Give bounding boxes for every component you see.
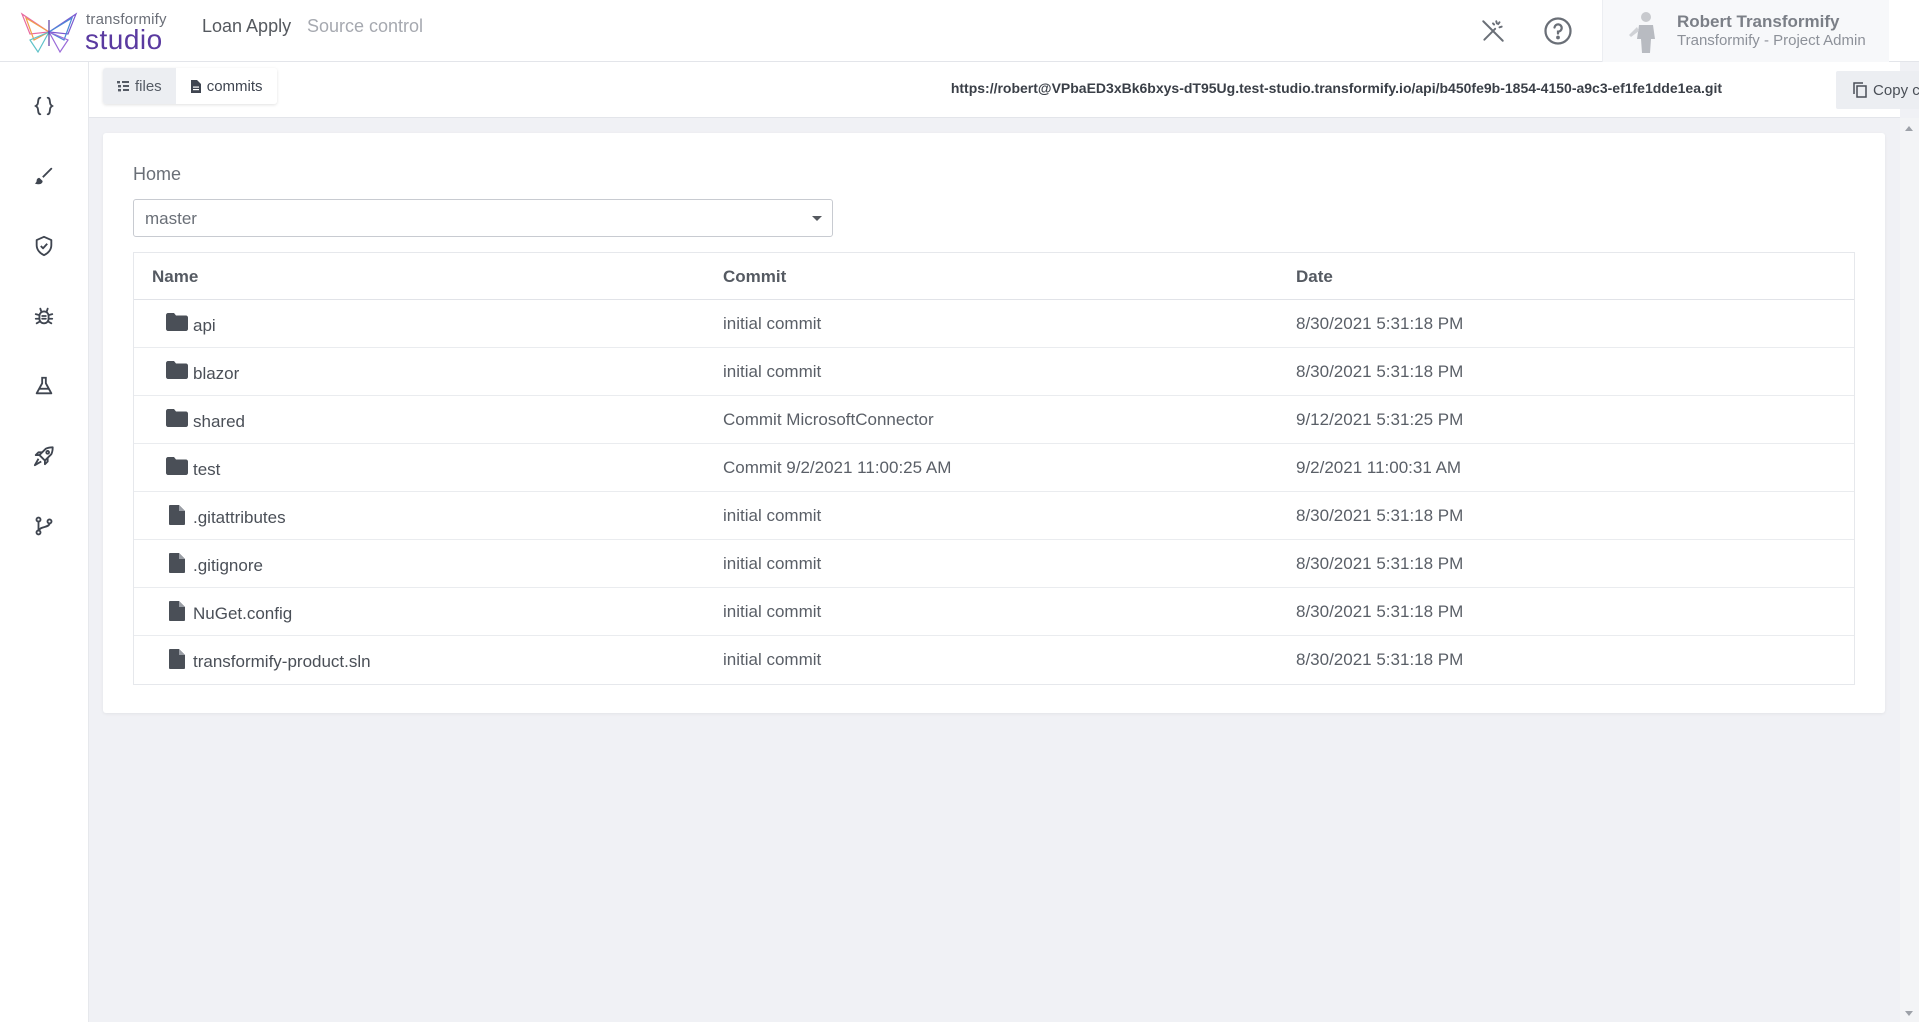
table-row[interactable]: transformify-product.sln initial commit … xyxy=(134,636,1854,684)
breadcrumb-project[interactable]: Loan Apply xyxy=(202,16,291,37)
commit-date: 8/30/2021 5:31:18 PM xyxy=(1296,362,1464,381)
file-name: shared xyxy=(193,412,245,431)
user-menu[interactable]: Robert Transformify Transformify - Proje… xyxy=(1602,0,1889,62)
top-bar: transformify studio Loan Apply Source co… xyxy=(0,0,1919,62)
source-control-toolbar: files commits https://robert@VPbaED3xBk6… xyxy=(89,62,1919,118)
file-icon xyxy=(166,601,188,621)
column-header-date[interactable]: Date xyxy=(1296,267,1333,287)
commit-date: 8/30/2021 5:31:18 PM xyxy=(1296,602,1464,621)
breadcrumb-page: Source control xyxy=(307,16,424,36)
folder-icon xyxy=(166,457,188,477)
folder-icon xyxy=(166,361,188,381)
file-tree-icon xyxy=(117,81,129,92)
logo-bottom-text: studio xyxy=(85,24,163,55)
file-name: .gitignore xyxy=(193,556,263,575)
file-table-body: api initial commit 8/30/2021 5:31:18 PM … xyxy=(134,300,1854,684)
table-row[interactable]: .gitignore initial commit 8/30/2021 5:31… xyxy=(134,540,1854,588)
file-table-header: Name Commit Date xyxy=(134,253,1854,300)
commit-date: 8/30/2021 5:31:18 PM xyxy=(1296,314,1464,333)
commit-date: 8/30/2021 5:31:18 PM xyxy=(1296,554,1464,573)
table-row[interactable]: shared Commit MicrosoftConnector 9/12/20… xyxy=(134,396,1854,444)
file-name: .gitattributes xyxy=(193,508,286,527)
vertical-scrollbar[interactable] xyxy=(1900,118,1919,1022)
file-document-icon xyxy=(190,79,201,93)
commit-date: 9/2/2021 11:00:31 AM xyxy=(1296,458,1462,477)
file-table: Name Commit Date api initial commit 8/30… xyxy=(133,252,1855,685)
commit-message: initial commit xyxy=(723,650,822,669)
source-branch-icon[interactable] xyxy=(26,508,62,544)
help-icon[interactable] xyxy=(1541,14,1575,48)
commit-message: initial commit xyxy=(723,362,822,381)
commit-message: initial commit xyxy=(723,506,822,525)
branch-select[interactable]: master xyxy=(133,199,833,237)
table-row[interactable]: .gitattributes initial commit 8/30/2021 … xyxy=(134,492,1854,540)
file-icon xyxy=(166,553,188,573)
file-name: test xyxy=(193,460,221,479)
file-name: transformify-product.sln xyxy=(193,652,371,671)
folder-icon xyxy=(166,409,188,429)
commit-date: 9/12/2021 5:31:25 PM xyxy=(1296,410,1464,429)
butterfly-logo-icon xyxy=(20,12,78,54)
scroll-up-icon[interactable] xyxy=(1905,126,1913,131)
user-role: Transformify - Project Admin xyxy=(1677,32,1866,49)
file-icon xyxy=(166,649,188,669)
caret-down-icon xyxy=(812,216,822,221)
commit-date: 8/30/2021 5:31:18 PM xyxy=(1296,506,1464,525)
file-name: blazor xyxy=(193,364,240,383)
scroll-down-icon[interactable] xyxy=(1905,1011,1913,1016)
table-row[interactable]: NuGet.config initial commit 8/30/2021 5:… xyxy=(134,588,1854,636)
column-header-commit[interactable]: Commit xyxy=(723,267,786,287)
tab-files[interactable]: files xyxy=(103,68,176,104)
tab-files-label: files xyxy=(135,77,162,95)
table-row[interactable]: blazor initial commit 8/30/2021 5:31:18 … xyxy=(134,348,1854,396)
path-breadcrumb-home[interactable]: Home xyxy=(133,164,181,185)
commit-message: Commit MicrosoftConnector xyxy=(723,410,934,429)
brush-icon[interactable] xyxy=(26,158,62,194)
logo[interactable]: transformify studio xyxy=(20,8,170,56)
user-name: Robert Transformify xyxy=(1677,12,1840,31)
flask-icon[interactable] xyxy=(26,368,62,404)
branch-select-value: master xyxy=(145,209,197,228)
commit-message: initial commit xyxy=(723,554,822,573)
commit-date: 8/30/2021 5:31:18 PM xyxy=(1296,650,1464,669)
file-name: api xyxy=(193,316,216,335)
bug-icon[interactable] xyxy=(26,298,62,334)
tab-commits-label: commits xyxy=(206,77,263,95)
copy-clone-url-button[interactable]: Copy clone url xyxy=(1836,71,1919,109)
column-header-name[interactable]: Name xyxy=(152,267,198,287)
view-tabs: files commits xyxy=(103,68,277,104)
folder-icon xyxy=(166,313,188,333)
file-name: NuGet.config xyxy=(193,604,293,623)
repository-card: Home master Name Commit Date api initial… xyxy=(103,133,1885,713)
sidebar xyxy=(0,62,89,1022)
commit-message: initial commit xyxy=(723,314,822,333)
commit-message: Commit 9/2/2021 11:00:25 AM xyxy=(723,458,952,477)
copy-clone-url-label: Copy clone url xyxy=(1873,81,1919,99)
magic-wand-off-icon[interactable] xyxy=(1476,14,1510,48)
copy-icon xyxy=(1853,82,1867,98)
table-row[interactable]: api initial commit 8/30/2021 5:31:18 PM xyxy=(134,300,1854,348)
commit-message: initial commit xyxy=(723,602,822,621)
rocket-icon[interactable] xyxy=(26,438,62,474)
table-row[interactable]: test Commit 9/2/2021 11:00:25 AM 9/2/202… xyxy=(134,444,1854,492)
file-icon xyxy=(166,505,188,525)
shield-check-icon[interactable] xyxy=(26,228,62,264)
clone-url: https://robert@VPbaED3xBk6bxys-dT95Ug.te… xyxy=(950,80,1722,96)
code-braces-icon[interactable] xyxy=(26,88,62,124)
avatar xyxy=(1629,12,1655,53)
tab-commits[interactable]: commits xyxy=(175,68,277,104)
